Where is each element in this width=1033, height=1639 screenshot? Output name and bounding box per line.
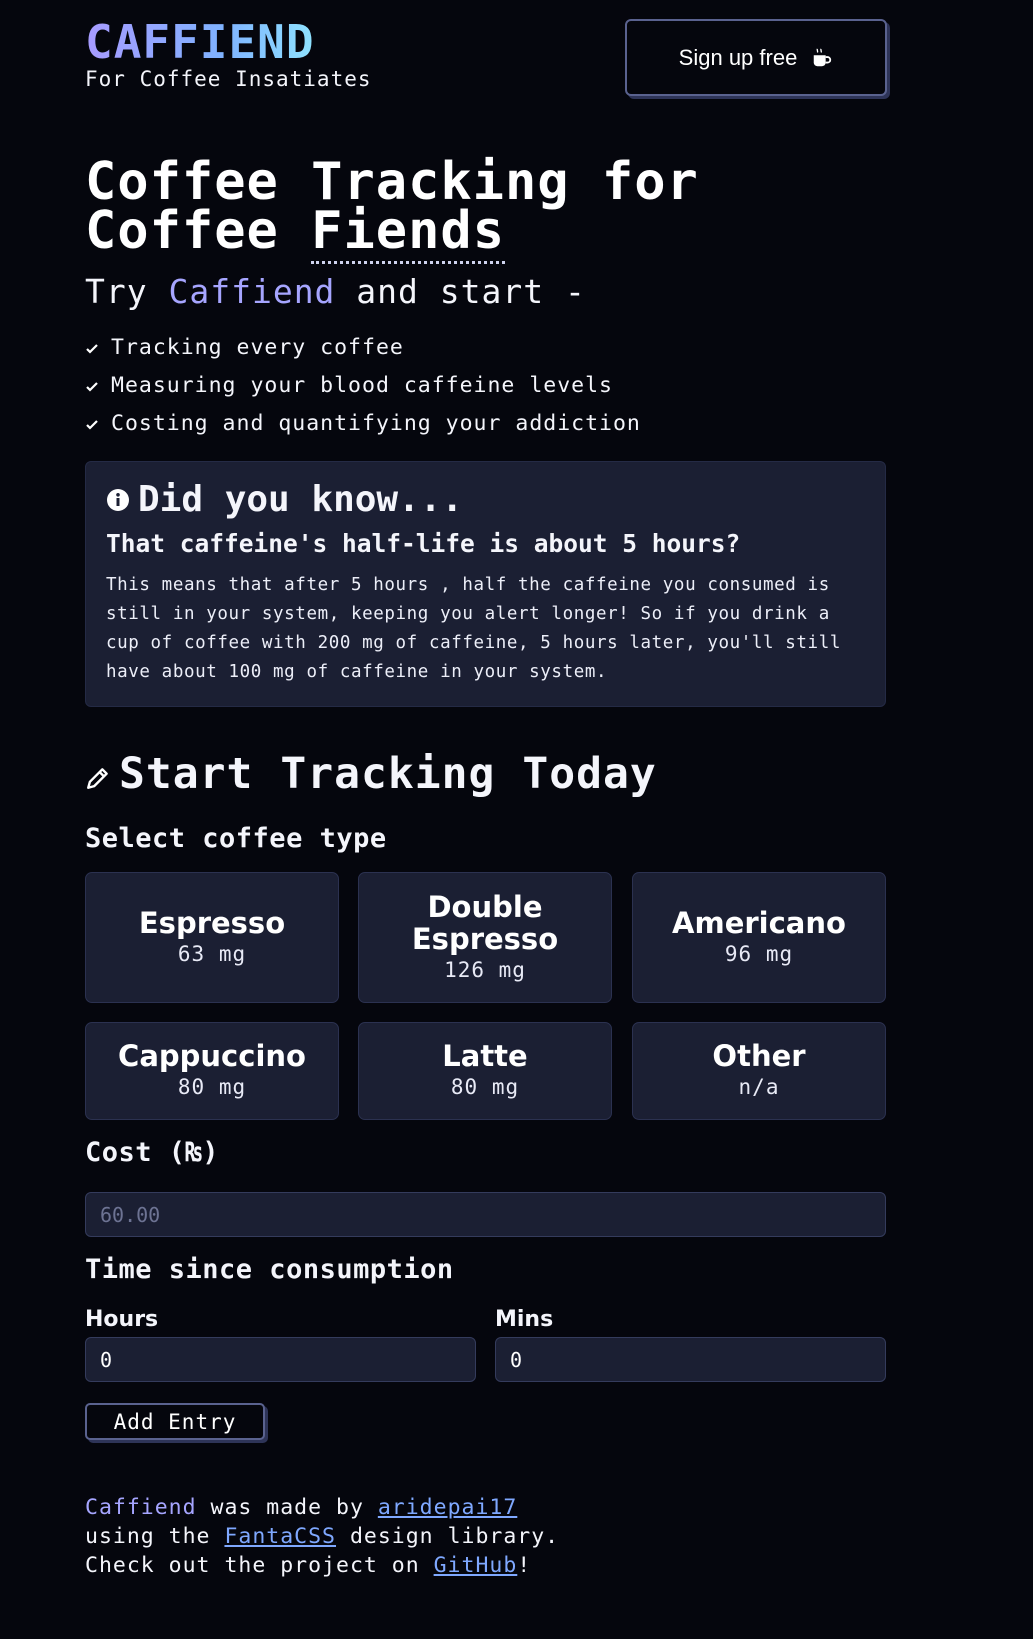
cost-input[interactable]: [85, 1192, 886, 1237]
coffee-option-americano[interactable]: Americano 96 mg: [632, 872, 886, 1003]
footer-end: !: [517, 1553, 532, 1578]
hero-title-line1: Coffee Tracking for: [85, 152, 699, 212]
select-coffee-label: Select coffee type: [85, 823, 387, 854]
coffee-option-cappuccino[interactable]: Cappuccino 80 mg: [85, 1022, 339, 1120]
feature-text: Measuring your blood caffeine levels: [111, 373, 613, 398]
coffee-name: Double Espresso: [411, 889, 559, 956]
hours-label: Hours: [85, 1307, 159, 1332]
footer-using: using the: [85, 1524, 225, 1549]
coffee-name: Latte: [442, 1039, 528, 1073]
tracking-title: Start Tracking Today: [119, 749, 657, 799]
try-suffix: and start -: [335, 272, 586, 311]
hours-input[interactable]: [85, 1337, 476, 1382]
feature-text: Tracking every coffee: [111, 335, 404, 360]
check-icon: [86, 344, 98, 354]
pencil-icon: [87, 768, 108, 789]
footer-line2: using the FantaCSS design library.: [85, 1522, 559, 1551]
mins-label: Mins: [495, 1307, 554, 1332]
tagline: For Coffee Insatiates: [85, 67, 372, 91]
time-since-label: Time since consumption: [85, 1254, 454, 1285]
coffee-name: Cappuccino: [118, 1039, 306, 1073]
tracking-heading: Start Tracking Today: [85, 749, 657, 799]
page: CAFFIEND For Coffee Insatiates Sign up f…: [0, 0, 1033, 1639]
feature-item: Measuring your blood caffeine levels: [85, 373, 641, 411]
hero-title-line2: Coffee Fiends: [85, 201, 699, 264]
coffee-caffeine: n/a: [738, 1075, 780, 1099]
did-you-know-subheading: That caffeine's half-life is about 5 hou…: [106, 529, 741, 558]
check-icon: [86, 382, 98, 392]
feature-item: Tracking every coffee: [85, 335, 641, 373]
hero-title-fiends: Fiends: [311, 201, 505, 264]
did-you-know-card: Did you know... That caffeine's half-lif…: [85, 461, 886, 707]
feature-item: Costing and quantifying your addiction: [85, 411, 641, 449]
coffee-name: Espresso: [138, 905, 286, 940]
feature-text: Costing and quantifying your addiction: [111, 411, 641, 436]
footer-made-by: was made by: [196, 1495, 378, 1520]
coffee-option-other[interactable]: Other n/a: [632, 1022, 886, 1120]
feature-list: Tracking every coffee Measuring your blo…: [85, 335, 641, 449]
footer-brand: Caffiend: [85, 1495, 197, 1520]
mins-input[interactable]: [495, 1337, 886, 1382]
coffee-caffeine: 63 mg: [177, 941, 247, 966]
did-you-know-title: Did you know...: [138, 479, 464, 520]
sign-up-label: Sign up free: [678, 44, 798, 70]
coffee-option-espresso[interactable]: Espresso 63 mg: [85, 872, 339, 1003]
footer: Caffiend was made by aridepai17 using th…: [85, 1493, 559, 1580]
info-circle-icon: [107, 489, 129, 511]
coffee-option-latte[interactable]: Latte 80 mg: [358, 1022, 612, 1120]
library-link[interactable]: FantaCSS: [224, 1524, 336, 1549]
hero-title-coffee: Coffee: [85, 201, 312, 261]
coffee-caffeine: 80 mg: [177, 1075, 247, 1099]
coffee-caffeine: 80 mg: [450, 1075, 520, 1099]
try-brand: Caffiend: [168, 272, 336, 311]
try-prefix: Try: [85, 272, 169, 311]
coffee-name: Americano: [672, 905, 846, 940]
did-you-know-heading: Did you know...: [106, 480, 865, 520]
add-entry-button[interactable]: Add Entry: [85, 1403, 265, 1440]
coffee-name: Other: [712, 1039, 806, 1073]
sign-up-button[interactable]: Sign up free: [625, 19, 887, 96]
github-link[interactable]: GitHub: [434, 1553, 518, 1578]
footer-line3: Check out the project on GitHub!: [85, 1551, 559, 1580]
mug-icon: [814, 47, 832, 66]
check-icon: [86, 420, 98, 430]
author-link[interactable]: aridepai17: [378, 1495, 517, 1520]
footer-check-out: Check out the project on: [85, 1553, 434, 1578]
logo: CAFFIEND: [85, 15, 315, 69]
cost-label: Cost (₨): [85, 1137, 220, 1168]
did-you-know-body: This means that after 5 hours , half the…: [106, 575, 841, 682]
try-line: Try Caffiend and start -: [85, 272, 586, 311]
coffee-option-double-espresso[interactable]: Double Espresso 126 mg: [358, 872, 612, 1003]
footer-library-suffix: design library.: [336, 1524, 560, 1549]
coffee-caffeine: 126 mg: [444, 957, 526, 982]
coffee-caffeine: 96 mg: [724, 941, 794, 966]
hero-title: Coffee Tracking for Coffee Fiends: [85, 152, 699, 264]
footer-line1: Caffiend was made by aridepai17: [85, 1493, 559, 1522]
